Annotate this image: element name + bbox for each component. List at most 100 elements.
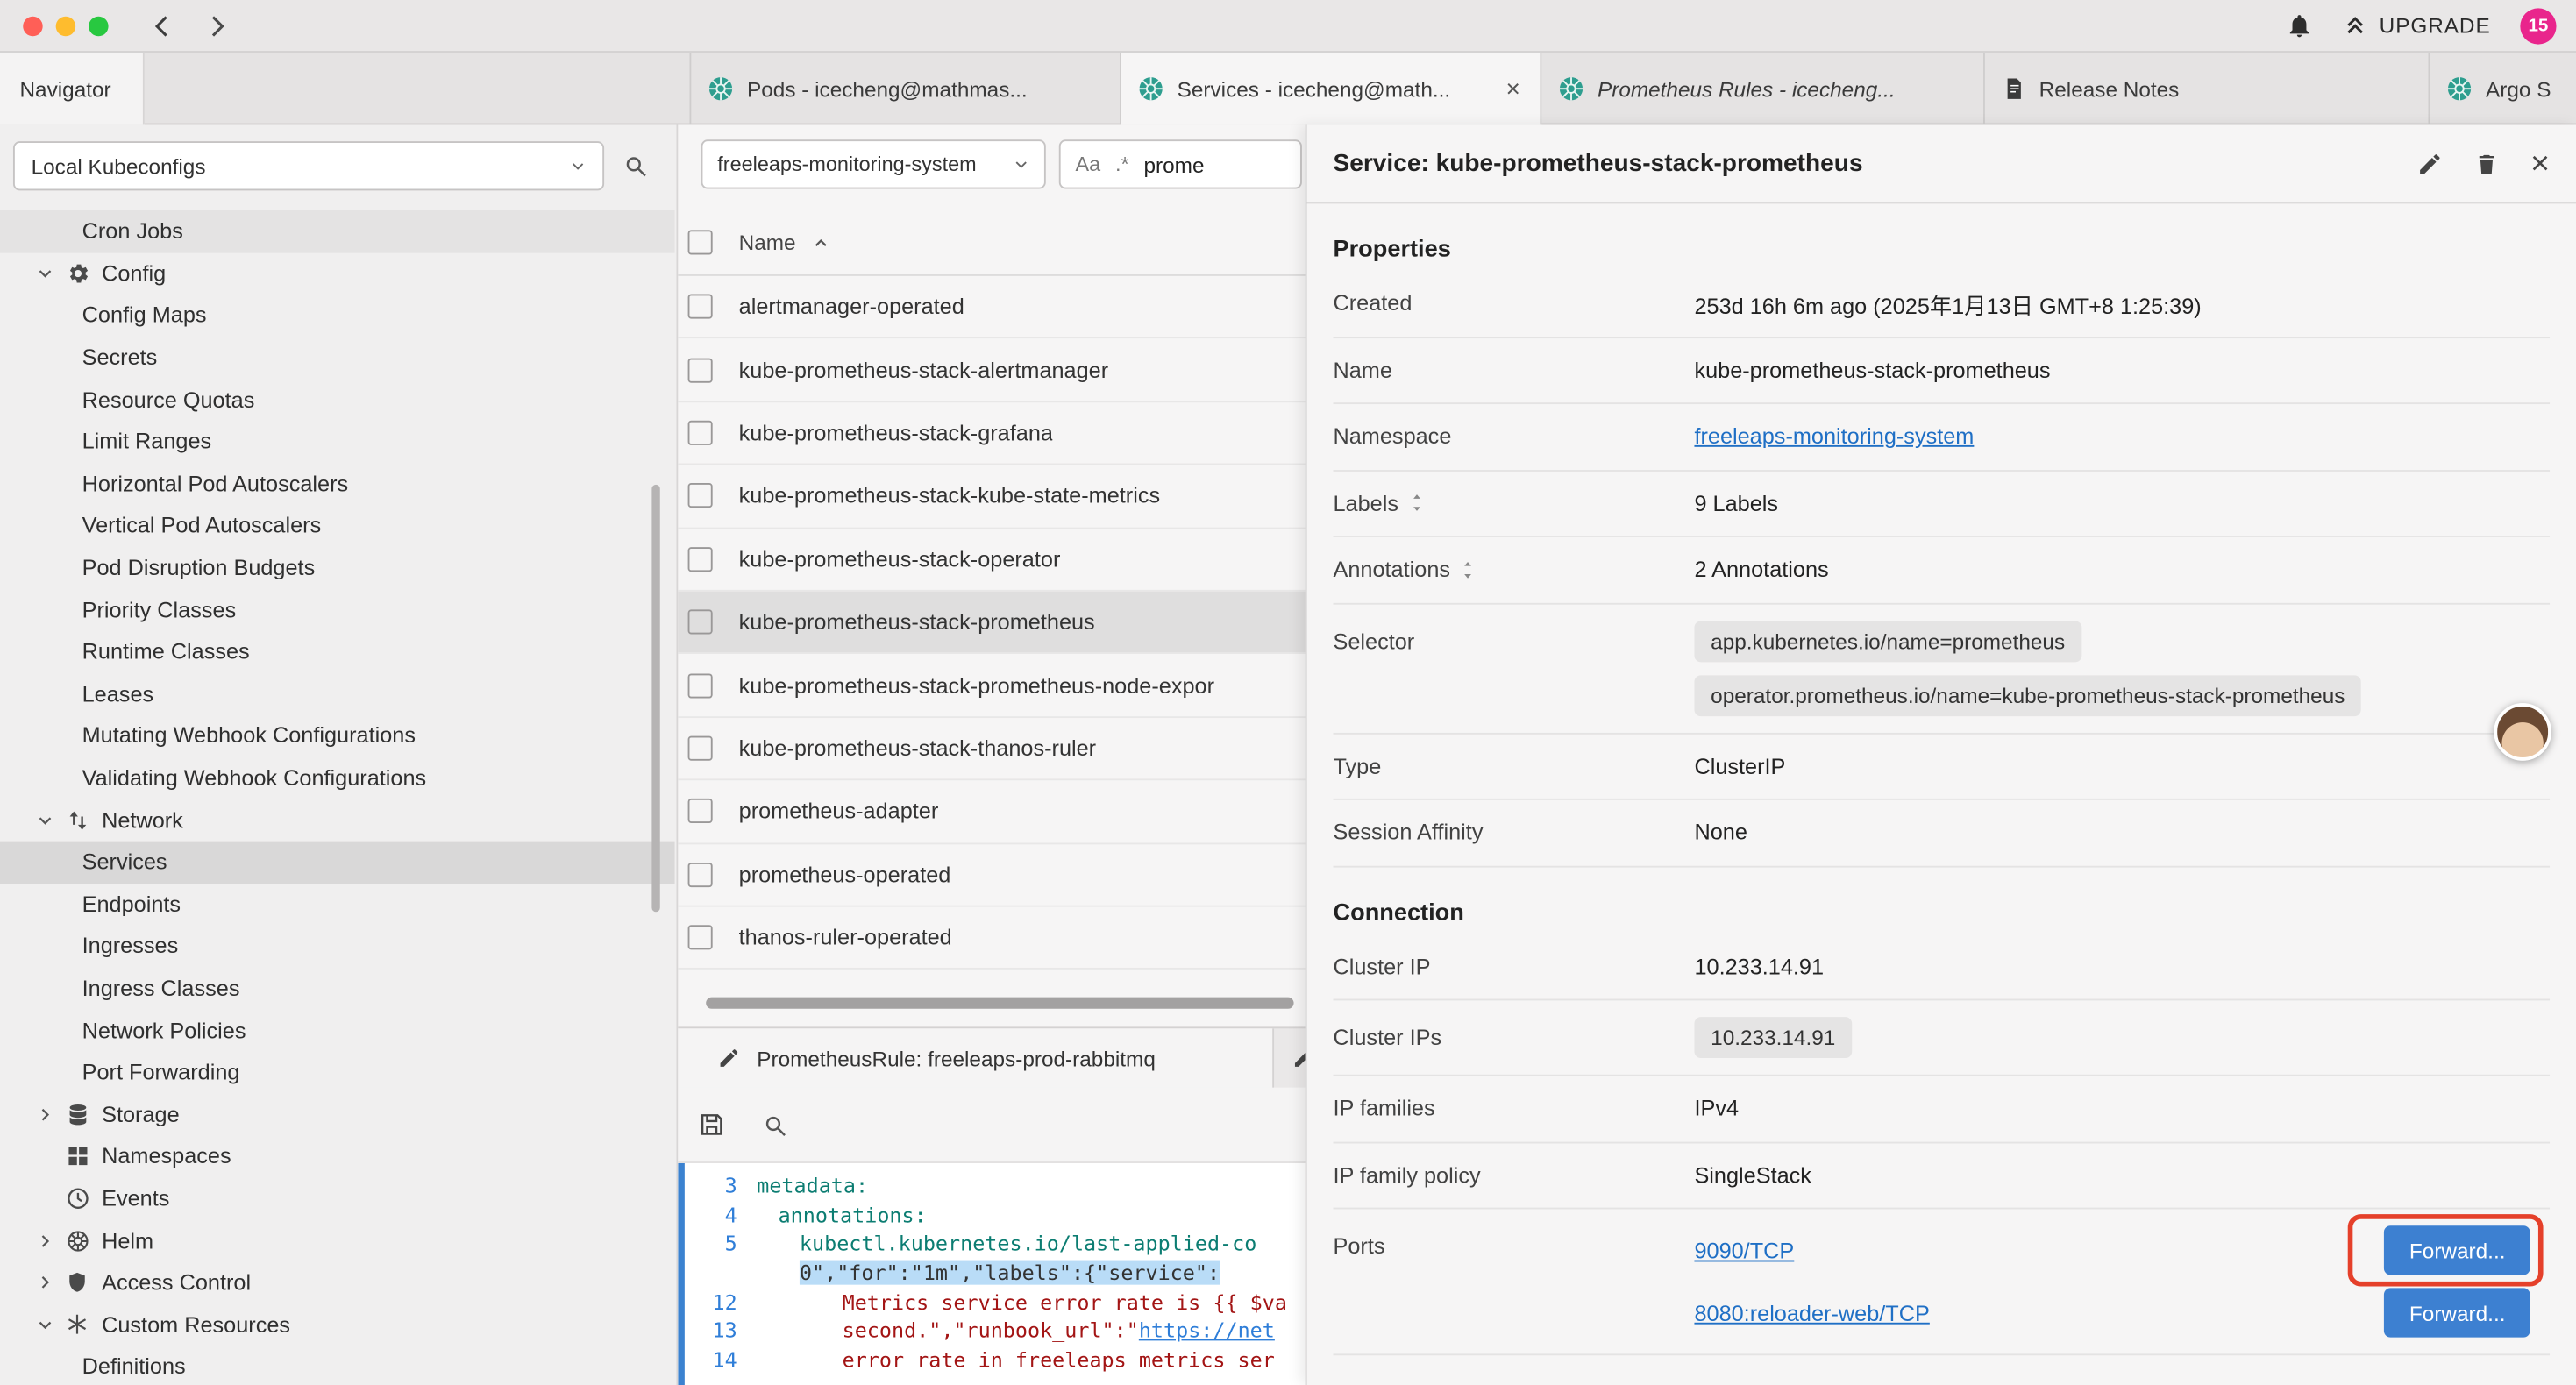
search-icon[interactable] [762,1112,788,1138]
search-icon[interactable] [623,153,649,179]
row-checkbox[interactable] [688,925,713,949]
table-row[interactable]: kube-prometheus-stack-kube-state-metrics [678,465,1305,529]
sidebar-item-priority-classes[interactable]: Priority Classes [0,589,675,631]
row-checkbox[interactable] [688,673,713,698]
tab-3[interactable]: Release Notes [1985,53,2430,124]
sidebar-item-validating-webhook-configurations[interactable]: Validating Webhook Configurations [0,757,675,799]
table-row[interactable]: kube-prometheus-stack-prometheus-node-ex… [678,655,1305,718]
port-link[interactable]: 8080:reloader-web/TCP [1694,1300,1929,1325]
row-checkbox[interactable] [688,295,713,319]
sidebar-item-namespaces[interactable]: Namespaces [0,1135,675,1177]
regex-toggle[interactable]: .* [1115,153,1129,175]
close-icon[interactable]: × [2530,147,2550,180]
upgrade-button[interactable]: UPGRADE [2343,13,2490,38]
sidebar-item-resource-quotas[interactable]: Resource Quotas [0,379,675,421]
drawer-header: Service: kube-prometheus-stack-prometheu… [1307,124,2576,203]
notification-count-badge[interactable]: 15 [2520,7,2556,43]
sidebar-item-network-policies[interactable]: Network Policies [0,1009,675,1051]
tab-1[interactable]: Services - icecheng@math...× [1121,53,1541,124]
row-checkbox[interactable] [688,484,713,508]
table-row[interactable]: prometheus-operated [678,843,1305,906]
row-checkbox[interactable] [688,358,713,382]
forward-arrow-icon[interactable] [202,11,231,40]
row-checkbox[interactable] [688,421,713,445]
sidebar-item-port-forwarding[interactable]: Port Forwarding [0,1051,675,1093]
sidebar-item-label: Cron Jobs [82,219,183,244]
sidebar-item-definitions[interactable]: Definitions [0,1346,675,1385]
sidebar-item-cron-jobs[interactable]: Cron Jobs [0,210,675,252]
sidebar-item-storage[interactable]: Storage [0,1093,675,1135]
table-row[interactable]: kube-prometheus-stack-operator [678,529,1305,592]
edit-icon[interactable] [2417,150,2444,176]
bell-icon[interactable] [2286,11,2314,39]
sidebar-item-pod-disruption-budgets[interactable]: Pod Disruption Budgets [0,547,675,589]
table-row[interactable]: kube-prometheus-stack-prometheus [678,592,1305,655]
tab-0[interactable]: Pods - icecheng@mathmas... [691,53,1121,124]
table-row[interactable]: alertmanager-operated [678,276,1305,339]
sidebar-item-config-maps[interactable]: Config Maps [0,295,675,337]
floating-avatar[interactable] [2494,703,2551,761]
sidebar-scrollbar[interactable] [651,485,659,912]
sidebar-item-secrets[interactable]: Secrets [0,337,675,379]
match-case-toggle[interactable]: Aa [1076,153,1101,175]
property-label: Namespace [1333,424,1694,449]
sidebar-item-helm[interactable]: Helm [0,1219,675,1261]
service-name: alertmanager-operated [739,295,964,319]
table-row[interactable]: kube-prometheus-stack-grafana [678,402,1305,465]
sidebar-item-mutating-webhook-configurations[interactable]: Mutating Webhook Configurations [0,715,675,757]
sidebar-item-limit-ranges[interactable]: Limit Ranges [0,421,675,463]
back-arrow-icon[interactable] [148,11,178,40]
sidebar-item-label: Network [102,807,183,832]
forward-button[interactable]: Forward... [2385,1288,2530,1337]
dock-tab-prometheusrule[interactable]: PrometheusRule: freeleaps-prod-rabbitmq [678,1028,1274,1087]
property-value: IPv4 [1694,1097,1739,1121]
maximize-window-button[interactable] [89,16,108,35]
sidebar-item-horizontal-pod-autoscalers[interactable]: Horizontal Pod Autoscalers [0,463,675,505]
trash-icon[interactable] [2474,150,2499,176]
table-row[interactable]: kube-prometheus-stack-alertmanager [678,339,1305,402]
sidebar-item-runtime-classes[interactable]: Runtime Classes [0,631,675,673]
search-input[interactable]: Aa .* prome [1059,139,1302,188]
forward-button[interactable]: Forward... [2385,1225,2530,1275]
sidebar-item-events[interactable]: Events [0,1177,675,1219]
tab-2[interactable]: Prometheus Rules - icecheng... [1541,53,1985,124]
horizontal-scrollbar[interactable] [706,998,1293,1009]
select-all-checkbox[interactable] [688,230,713,254]
table-row[interactable]: prometheus-adapter [678,781,1305,844]
row-checkbox[interactable] [688,610,713,635]
sidebar-item-services[interactable]: Services [0,841,675,883]
namespace-selector[interactable]: freeleaps-monitoring-system [701,139,1046,188]
sidebar-item-leases[interactable]: Leases [0,673,675,715]
sidebar-item-custom-resources[interactable]: Custom Resources [0,1303,675,1346]
sidebar-item-access-control[interactable]: Access Control [0,1261,675,1303]
app-window: UPGRADE 15 Navigator Pods - icecheng@mat… [0,0,2576,1385]
minimize-window-button[interactable] [56,16,75,35]
kubeconfig-selector[interactable]: Local Kubeconfigs [13,141,604,190]
sort-icon[interactable] [1460,560,1477,579]
port-link[interactable]: 9090/TCP [1694,1238,1794,1262]
property-row: Ports9090/TCPForward...8080:reloader-web… [1333,1209,2550,1355]
sidebar-item-endpoints[interactable]: Endpoints [0,883,675,925]
dock-tab-partial[interactable] [1274,1028,1306,1087]
name-column-header[interactable]: Name [739,230,796,254]
sidebar-item-ingress-classes[interactable]: Ingress Classes [0,967,675,1009]
sort-icon[interactable] [1408,494,1425,513]
close-window-button[interactable] [23,16,42,35]
table-row[interactable]: thanos-ruler-operated [678,906,1305,970]
tab-4[interactable]: Argo S [2430,53,2576,124]
save-icon[interactable] [698,1111,726,1139]
row-checkbox[interactable] [688,862,713,886]
yaml-editor[interactable]: 3metadata:4annotations:5kubectl.kubernet… [678,1163,1305,1385]
row-checkbox[interactable] [688,799,713,823]
sidebar-item-vertical-pod-autoscalers[interactable]: Vertical Pod Autoscalers [0,505,675,547]
namespace-link[interactable]: freeleaps-monitoring-system [1694,424,1974,449]
sidebar-item-config[interactable]: Config [0,252,675,295]
row-checkbox[interactable] [688,547,713,572]
property-row: Cluster IP10.233.14.91 [1333,934,2550,1001]
close-icon[interactable]: × [1503,75,1524,103]
sidebar-item-network[interactable]: Network [0,799,675,841]
sort-asc-icon[interactable] [810,232,829,252]
row-checkbox[interactable] [688,736,713,761]
sidebar-item-ingresses[interactable]: Ingresses [0,925,675,967]
table-row[interactable]: kube-prometheus-stack-thanos-ruler [678,718,1305,781]
